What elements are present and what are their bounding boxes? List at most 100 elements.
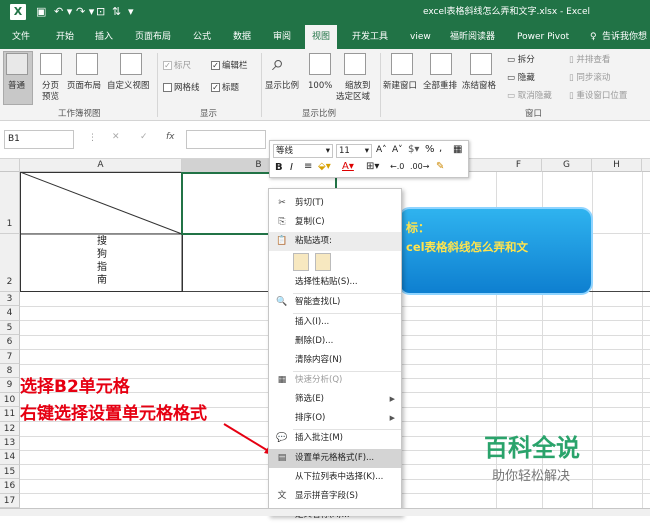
- tab-insert[interactable]: 插入: [95, 25, 113, 49]
- headings-checkbox[interactable]: ✓ 标题: [211, 83, 239, 94]
- column-header-a[interactable]: A: [20, 159, 182, 172]
- tab-view[interactable]: 视图: [305, 25, 338, 49]
- zoom-100-icon[interactable]: [309, 53, 331, 75]
- tab-file[interactable]: 文件: [12, 25, 30, 49]
- menu-item-filter[interactable]: 筛选(E) ▶: [269, 390, 401, 409]
- decrease-font-icon[interactable]: A˅: [392, 145, 403, 155]
- row-header-8[interactable]: 8: [0, 364, 20, 379]
- row-header-9[interactable]: 9: [0, 378, 20, 393]
- menu-item-pick-from-list[interactable]: 从下拉列表中选择(K)...: [269, 468, 401, 487]
- comma-icon[interactable]: ,: [439, 143, 442, 154]
- page-break-icon[interactable]: [40, 53, 62, 75]
- format-painter-icon[interactable]: ✎: [436, 161, 444, 172]
- qat-more-icon[interactable]: ▾: [128, 4, 134, 20]
- zoom-icon[interactable]: ⌕: [272, 51, 284, 76]
- new-window-icon[interactable]: [391, 53, 413, 75]
- font-color-icon[interactable]: A▾: [342, 161, 354, 172]
- tell-me-icon[interactable]: ♀: [590, 25, 597, 49]
- arrange-all-label[interactable]: 全部重排: [423, 81, 457, 92]
- tab-formulas[interactable]: 公式: [193, 25, 211, 49]
- view-side-by-side-button[interactable]: ▯ 并排查看: [569, 55, 610, 66]
- tab-power-pivot[interactable]: Power Pivot: [517, 25, 569, 49]
- sync-scroll-button[interactable]: ▯ 同步滚动: [569, 73, 610, 84]
- menu-item-copy[interactable]: ⎘ 复制(C): [269, 213, 401, 232]
- menu-item-phonetic[interactable]: 文显示拼音字段(S): [269, 487, 401, 506]
- column-header-g[interactable]: G: [542, 159, 592, 172]
- menu-item-clear-contents[interactable]: 清除内容(N): [269, 351, 401, 370]
- cell-a2-text[interactable]: 搜 狗 指 南: [92, 235, 112, 287]
- name-box[interactable]: B1: [4, 130, 74, 149]
- row-header-10[interactable]: 10: [0, 392, 20, 408]
- row-header-14[interactable]: 14: [0, 450, 20, 465]
- zoom-label[interactable]: 显示比例: [265, 81, 299, 92]
- row-header-7[interactable]: 7: [0, 349, 20, 364]
- split-button[interactable]: ▭ 拆分: [507, 55, 535, 66]
- custom-view-icon[interactable]: [120, 53, 142, 75]
- menu-item-sort[interactable]: 排序(O) ▶: [269, 409, 401, 428]
- italic-icon[interactable]: I: [290, 162, 293, 173]
- insert-function-icon[interactable]: fx: [166, 132, 175, 142]
- enter-icon[interactable]: ✓: [140, 132, 148, 142]
- new-window-label[interactable]: 新建窗口: [383, 81, 417, 92]
- row-header-13[interactable]: 13: [0, 436, 20, 451]
- menu-item-insert-comment[interactable]: 💬 插入批注(M): [269, 429, 401, 448]
- percent-icon[interactable]: %: [425, 144, 435, 155]
- zoom-to-selection-label[interactable]: 缩放到: [345, 81, 371, 92]
- align-center-icon[interactable]: ≡: [304, 161, 312, 172]
- unhide-button[interactable]: ▭ 取消隐藏: [507, 91, 552, 102]
- custom-view-label[interactable]: 自定义视图: [107, 81, 150, 92]
- select-all-corner[interactable]: [0, 159, 20, 172]
- zoom-100-label[interactable]: 100%: [308, 81, 332, 92]
- font-name-select[interactable]: 等线 ▾: [273, 144, 333, 158]
- ruler-checkbox[interactable]: ✓ 标尺: [163, 61, 191, 72]
- undo-icon[interactable]: ↶ ▾: [54, 4, 72, 20]
- menu-item-format-cells[interactable]: ▤ 设置单元格格式(F)...: [269, 449, 401, 468]
- row-header-3[interactable]: 3: [0, 292, 20, 307]
- tab-review[interactable]: 审阅: [273, 25, 291, 49]
- paste-special-icon[interactable]: [293, 253, 309, 271]
- row-header-6[interactable]: 6: [0, 335, 20, 350]
- print-preview-icon[interactable]: ⊡: [96, 4, 105, 20]
- column-header-h[interactable]: H: [592, 159, 642, 172]
- row-header-2[interactable]: 2: [0, 234, 20, 292]
- cancel-icon[interactable]: ✕: [112, 132, 120, 142]
- formula-bar-checkbox[interactable]: ✓ 编辑栏: [211, 61, 248, 72]
- row-header-5[interactable]: 5: [0, 320, 20, 336]
- menu-item-quick-analysis[interactable]: ▦ 快速分析(Q): [269, 371, 401, 390]
- menu-item-smart-lookup[interactable]: 🔍 智能查找(L): [269, 293, 401, 312]
- row-header-16[interactable]: 16: [0, 479, 20, 494]
- row-header-17[interactable]: 17: [0, 493, 20, 508]
- bold-icon[interactable]: B: [275, 162, 283, 173]
- arrange-all-icon[interactable]: [430, 53, 452, 75]
- menu-item-delete[interactable]: 删除(D)...: [269, 332, 401, 351]
- gridlines-checkbox[interactable]: 网格线: [163, 83, 200, 94]
- zoom-to-selection-icon[interactable]: [344, 53, 366, 75]
- freeze-panes-icon[interactable]: [470, 53, 492, 75]
- reset-window-button[interactable]: ▯ 重设窗口位置: [569, 91, 627, 102]
- tab-view-en[interactable]: view: [410, 25, 431, 49]
- tab-home[interactable]: 开始: [56, 25, 74, 49]
- row-header-15[interactable]: 15: [0, 464, 20, 480]
- borders-icon[interactable]: ⊞▾: [366, 161, 379, 172]
- page-layout-icon[interactable]: [76, 53, 98, 75]
- tab-foxit[interactable]: 福昕阅读器: [450, 25, 495, 49]
- row-header-11[interactable]: 11: [0, 407, 20, 422]
- column-header-f[interactable]: F: [496, 159, 542, 172]
- menu-item-insert[interactable]: 插入(I)...: [269, 313, 401, 332]
- tab-developer[interactable]: 开发工具: [352, 25, 388, 49]
- save-icon[interactable]: ▣: [36, 4, 46, 20]
- tab-page-layout[interactable]: 页面布局: [135, 25, 171, 49]
- page-layout-label[interactable]: 页面布局: [67, 81, 101, 92]
- page-break-label[interactable]: 分页: [42, 81, 59, 92]
- paste-icon-button[interactable]: [315, 253, 331, 271]
- row-header-1[interactable]: 1: [0, 172, 20, 234]
- sort-icon[interactable]: ⇅: [112, 4, 121, 20]
- menu-item-cut[interactable]: ✂ 剪切(T): [269, 194, 401, 213]
- formula-input[interactable]: [186, 130, 266, 149]
- font-size-select[interactable]: 11 ▾: [336, 144, 372, 158]
- increase-font-icon[interactable]: A˄: [376, 145, 387, 155]
- menu-item-paste-special[interactable]: 选择性粘贴(S)...: [269, 273, 401, 292]
- row-header-4[interactable]: 4: [0, 306, 20, 321]
- fill-color-icon[interactable]: ⬙▾: [318, 161, 331, 172]
- freeze-panes-label[interactable]: 冻结窗格: [462, 81, 496, 92]
